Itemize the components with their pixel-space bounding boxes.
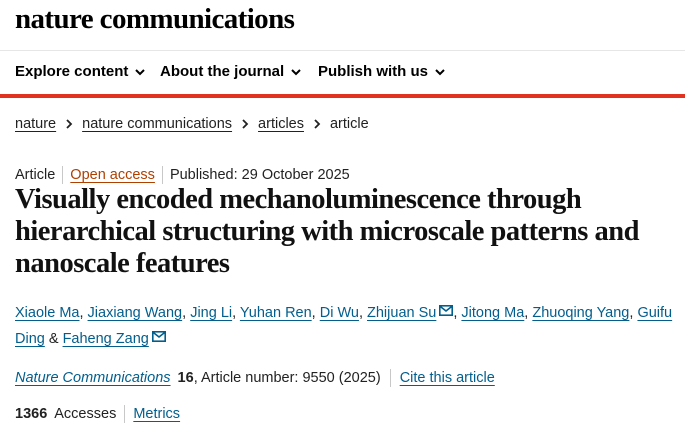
- nav-publish-with-us[interactable]: Publish with us: [318, 63, 445, 80]
- header-divider: [0, 94, 685, 98]
- accesses-count: 1366: [15, 406, 48, 422]
- divider: [161, 166, 163, 184]
- chevron-down-icon: [435, 68, 445, 75]
- nav-item-label: Explore content: [15, 63, 129, 80]
- journal-link[interactable]: Nature Communications: [15, 370, 171, 386]
- article-metrics: 1366 Accesses Metrics: [15, 405, 180, 423]
- published-date: Published: 29 October 2025: [169, 167, 350, 183]
- breadcrumb-current: article: [329, 116, 369, 132]
- chevron-down-icon: [291, 68, 301, 75]
- author-link[interactable]: Di Wu: [320, 305, 359, 321]
- nav-item-label: About the journal: [160, 63, 285, 80]
- article-number: , Article number: 9550 (2025): [193, 370, 381, 386]
- nav-about-journal[interactable]: About the journal: [160, 63, 301, 80]
- site-logo[interactable]: nature communications: [15, 3, 295, 36]
- divider: [62, 166, 64, 184]
- chevron-right-icon: [314, 119, 321, 129]
- author-link[interactable]: Zhijuan Su: [367, 305, 436, 321]
- breadcrumb-articles[interactable]: articles: [258, 116, 304, 132]
- volume-number: 16: [177, 370, 194, 386]
- breadcrumb: nature nature communications articles ar…: [15, 116, 369, 132]
- nav-explore-content[interactable]: Explore content: [15, 63, 146, 80]
- author-link[interactable]: Zhuoqing Yang: [532, 305, 629, 321]
- nav-item-label: Publish with us: [318, 63, 429, 80]
- divider: [389, 369, 391, 387]
- accesses-label: Accesses: [54, 406, 117, 422]
- citation-line: Nature Communications 16 , Article numbe…: [15, 369, 495, 387]
- chevron-down-icon: [135, 68, 146, 75]
- mail-icon[interactable]: [151, 331, 166, 342]
- cite-article-link[interactable]: Cite this article: [400, 370, 495, 386]
- divider: [124, 405, 126, 423]
- author-list: Xiaole Ma, Jiaxiang Wang, Jing Li, Yuhan…: [15, 305, 673, 347]
- mail-icon[interactable]: [439, 305, 454, 316]
- article-title: Visually encoded mechanoluminescence thr…: [15, 184, 639, 279]
- chevron-right-icon: [66, 119, 73, 129]
- metrics-link[interactable]: Metrics: [133, 406, 180, 422]
- author-link[interactable]: Xiaole Ma: [15, 305, 79, 321]
- breadcrumb-nature-communications[interactable]: nature communications: [82, 116, 232, 132]
- author-link[interactable]: Jitong Ma: [461, 305, 524, 321]
- author-link[interactable]: Jiaxiang Wang: [88, 305, 183, 321]
- article-type: Article: [15, 167, 56, 183]
- chevron-right-icon: [242, 119, 249, 129]
- author-link[interactable]: Jing Li: [190, 305, 232, 321]
- main-nav: Explore content About the journal Publis…: [0, 50, 685, 96]
- article-meta: Article Open access Published: 29 Octobe…: [15, 166, 350, 184]
- author-link[interactable]: Faheng Zang: [63, 331, 149, 347]
- breadcrumb-nature[interactable]: nature: [15, 116, 56, 132]
- author-link[interactable]: Yuhan Ren: [240, 305, 312, 321]
- open-access-link[interactable]: Open access: [70, 167, 155, 183]
